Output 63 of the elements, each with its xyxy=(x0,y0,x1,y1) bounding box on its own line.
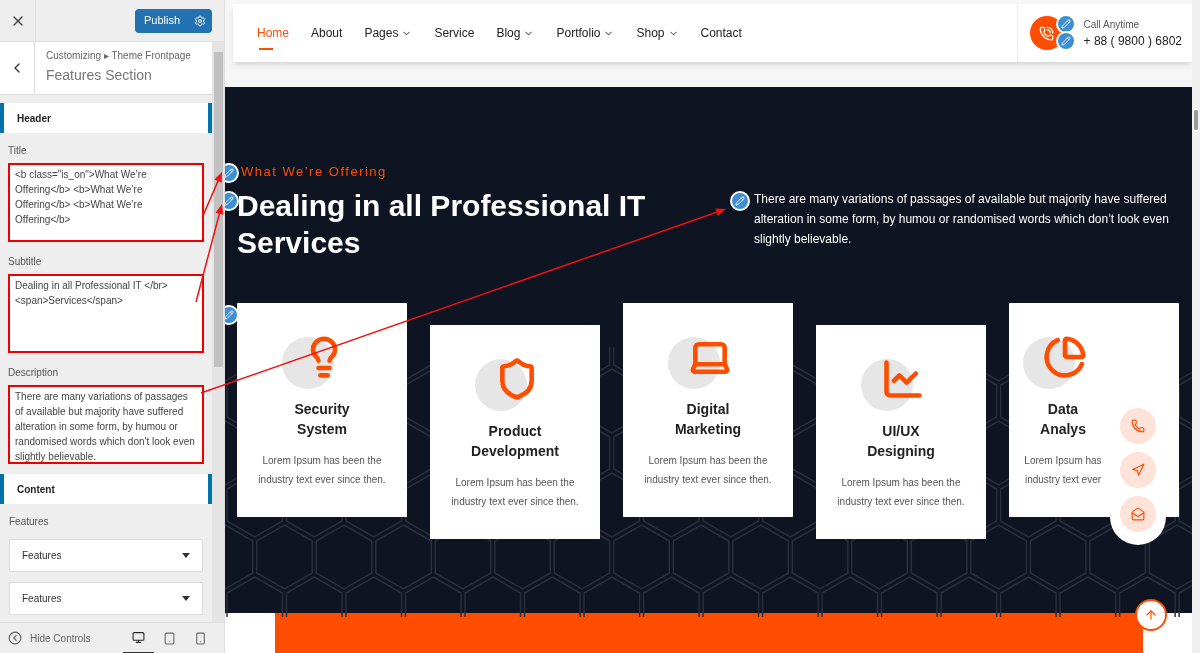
collapse-icon xyxy=(8,631,22,645)
section-title: Features Section xyxy=(46,66,153,85)
card-title: Digital Marketing xyxy=(674,399,742,439)
phone-icon xyxy=(1131,418,1145,433)
pencil-icon xyxy=(225,195,234,206)
nav-link[interactable]: Shop xyxy=(636,16,665,50)
mobile-icon xyxy=(194,631,207,645)
section-heading: Content xyxy=(0,474,212,504)
card-title: UI/UX Designing xyxy=(867,421,935,461)
card-text: Lorem Ipsum has been the industry text ever since then. xyxy=(644,453,772,487)
nav-link[interactable]: About xyxy=(311,16,343,50)
nav-link[interactable]: Blog xyxy=(496,16,521,50)
field-label: Features xyxy=(9,515,50,529)
section-heading: Dealing in all Professional IT Services xyxy=(237,188,647,262)
navigation-icon xyxy=(1131,462,1145,477)
call-label: Call Anytime xyxy=(1083,17,1141,32)
publish-button[interactable]: Publish xyxy=(134,8,212,33)
pie-chart-icon xyxy=(1043,334,1087,379)
section-heading: Header xyxy=(0,103,212,133)
card-text: Lorem Ipsum has been the industry text ever since then. xyxy=(258,453,386,487)
card-text: Lorem Ipsum has industry text ever xyxy=(1024,453,1102,487)
nav-link[interactable]: Portfolio xyxy=(556,16,601,50)
dropdown-icon xyxy=(182,596,190,601)
nav-link[interactable]: Service xyxy=(434,16,475,50)
edit-icon[interactable] xyxy=(225,304,239,325)
card-title: Security System xyxy=(294,399,350,439)
text-area[interactable]: Dealing in all Professional IT </br> <span>Services</span> xyxy=(8,274,204,353)
scroll-to-top-button[interactable] xyxy=(1135,598,1167,631)
breadcrumb: Customizing ▸ Theme Frontpage xyxy=(46,49,191,63)
pencil-icon xyxy=(735,195,745,206)
pencil-icon xyxy=(225,309,234,320)
pencil-icon xyxy=(1060,36,1071,46)
card-title: Data Analys xyxy=(1040,399,1086,439)
section-description: There are many variations of passages of available but majority have suffered alteration in some form, by humou or randomised words which don’t look even slightly believable. xyxy=(754,190,1170,248)
repeater-item[interactable]: Features xyxy=(9,539,203,572)
arrow-up-icon xyxy=(1144,607,1158,622)
card-title: Product Development xyxy=(471,421,559,461)
repeater-item[interactable]: Features xyxy=(9,582,203,615)
navigation-button[interactable] xyxy=(1120,451,1156,488)
hide-controls-button[interactable]: Hide Controls xyxy=(8,630,91,646)
mail-icon xyxy=(1131,506,1145,521)
mail-button[interactable] xyxy=(1120,495,1156,532)
card-text: Lorem Ipsum has been the industry text ever since then. xyxy=(837,475,965,509)
dropdown-icon xyxy=(182,553,190,558)
text-area[interactable]: <b class="is_on">What We’re Offering</b> <b>What We’re Offering</b> <b>What We’re Offering</b> xyxy=(8,163,204,242)
desktop-icon xyxy=(132,630,145,644)
pencil-icon xyxy=(1060,19,1071,29)
pencil-icon xyxy=(225,167,234,178)
nav-link[interactable]: Contact xyxy=(700,16,742,50)
phone-number: + 88 ( 9800 ) 6802 xyxy=(1083,32,1182,50)
edit-icon[interactable] xyxy=(225,162,239,183)
edit-icon[interactable] xyxy=(225,190,239,211)
field-label: Description xyxy=(8,366,60,380)
text-area[interactable]: There are many variations of passages of available but majority have suffered alteration in some form, by humou or randomised words which don't look even slightly believable. xyxy=(8,385,204,464)
edit-icon[interactable] xyxy=(730,190,750,211)
tagline: What We’re Offering xyxy=(241,162,388,181)
field-label: Subtitle xyxy=(8,255,43,269)
field-label: Title xyxy=(8,144,28,158)
phone-button[interactable] xyxy=(1120,407,1156,444)
card-text: Lorem Ipsum has been the industry text ever since then. xyxy=(451,475,579,509)
nav-link[interactable]: Pages xyxy=(364,16,399,50)
tablet-icon xyxy=(163,631,176,645)
settings-icon xyxy=(194,14,206,27)
